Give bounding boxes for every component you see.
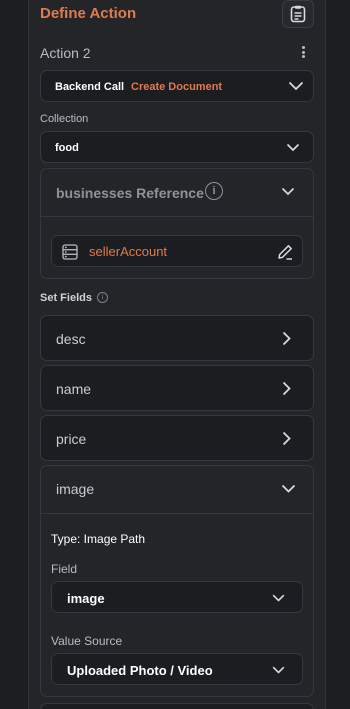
image-field-header[interactable]: image [41,466,313,514]
info-icon[interactable]: i [205,182,223,200]
database-icon [62,244,78,260]
field-row-price[interactable]: price [40,415,314,461]
kebab-menu-icon[interactable] [298,44,308,60]
chevron-down-icon [288,81,304,91]
chevron-down-icon [281,187,295,196]
document-list-icon [290,5,306,23]
left-gutter [0,0,28,709]
backend-call-dropdown[interactable]: Backend Call Create Document [40,70,314,102]
chevron-down-icon [272,666,285,674]
reference-field-selector[interactable]: sellerAccount [51,235,303,267]
backend-call-operation: Create Document [131,81,223,93]
next-section-edge [40,703,314,709]
reference-header[interactable]: businesses Reference i [41,169,313,217]
chevron-down-icon [281,484,296,493]
backend-call-type: Backend Call [55,81,125,93]
action-name: Action 2 [40,45,91,61]
panel-title: Define Action [40,5,137,22]
field-name: desc [56,331,86,347]
field-name: name [56,381,92,397]
value-source-value: Uploaded Photo / Video [67,663,213,678]
field-name: image [56,481,95,497]
collection-dropdown[interactable]: food [40,131,314,163]
right-gutter [326,0,350,709]
chevron-right-icon [282,331,291,346]
reference-title: businesses Reference [56,185,204,201]
field-name: price [56,431,87,447]
field-label: Field [51,562,78,576]
value-source-dropdown[interactable]: Uploaded Photo / Video [51,653,303,685]
set-fields-label: Set Fields [40,292,92,304]
info-icon[interactable]: i [97,292,108,303]
field-row-image-expanded: image Type: Image Path Field image Value… [40,465,314,697]
field-row-name[interactable]: name [40,365,314,411]
document-list-button[interactable] [282,0,314,28]
reference-field-value: sellerAccount [89,244,168,259]
chevron-right-icon [282,381,291,396]
field-dropdown-value: image [67,591,105,606]
value-source-label: Value Source [51,634,123,648]
field-row-desc[interactable]: desc [40,315,314,361]
field-type-text: Type: Image Path [51,532,146,546]
collection-label: Collection [40,113,89,125]
chevron-right-icon [282,431,291,446]
pencil-icon[interactable] [276,243,294,261]
collection-value: food [55,142,79,154]
reference-section: businesses Reference i sellerAccount [40,168,314,279]
field-dropdown[interactable]: image [51,581,303,613]
chevron-down-icon [272,594,285,602]
chevron-down-icon [286,143,300,152]
